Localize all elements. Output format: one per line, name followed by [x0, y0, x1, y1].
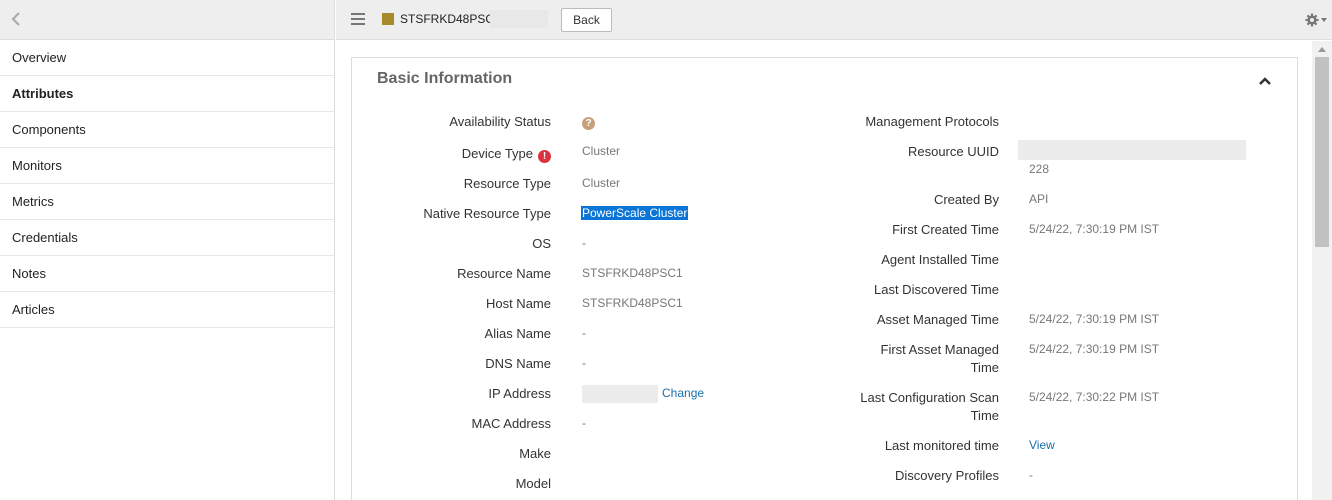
scrollbar-thumb[interactable]: [1315, 57, 1329, 247]
value-availability-status: ?: [582, 113, 595, 131]
sidebar-item-monitors[interactable]: Monitors: [0, 148, 334, 184]
redacted-uuid: [1018, 140, 1246, 160]
redacted-ip: [582, 384, 658, 403]
label-last-configuration-scan-time: Last Configuration Scan Time: [860, 390, 999, 423]
view-link[interactable]: View: [1029, 436, 1055, 454]
label-last-monitored-time: Last monitored time: [884, 438, 999, 453]
value-host-name: STSFRKD48PSC1: [582, 296, 683, 310]
warning-icon[interactable]: !: [538, 150, 551, 163]
menu-icon[interactable]: [351, 13, 365, 25]
label-device-type-text: Device Type: [461, 146, 533, 161]
resource-title: STSFRKD48PSC1: [400, 12, 501, 26]
label-dns-name: DNS Name: [485, 356, 551, 371]
sidebar-item-attributes[interactable]: Attributes: [0, 76, 334, 112]
label-management-protocols: Management Protocols: [865, 114, 999, 129]
value-device-type: Cluster: [582, 144, 621, 158]
label-asset-managed-time: Asset Managed Time: [876, 312, 999, 327]
value-first-created-time: 5/24/22, 7:30:19 PM IST: [1029, 222, 1160, 236]
value-created-by: API: [1029, 192, 1049, 206]
sidebar-item-credentials[interactable]: Credentials: [0, 220, 334, 256]
gear-icon: [1305, 13, 1319, 27]
label-model: Model: [515, 476, 551, 491]
value-first-asset-managed-time: 5/24/22, 7:30:19 PM IST: [1029, 342, 1160, 356]
sidebar: Overview Attributes Components Monitors …: [0, 0, 335, 500]
label-first-created-time: First Created Time: [892, 222, 999, 237]
label-resource-type: Resource Type: [463, 176, 551, 191]
redacted-text: [490, 10, 548, 28]
value-mac-address: -: [582, 416, 586, 430]
label-os: OS: [532, 236, 551, 251]
sidebar-header: [0, 0, 334, 40]
resource-color-square: [382, 13, 394, 25]
chevron-left-icon[interactable]: [11, 12, 25, 28]
basic-information-panel: Basic Information Availability Status ? …: [351, 57, 1298, 500]
label-resource-name: Resource Name: [457, 266, 551, 281]
sidebar-item-metrics[interactable]: Metrics: [0, 184, 334, 220]
value-dns-name: -: [582, 356, 586, 370]
value-alias-name: -: [582, 326, 586, 340]
value-ip-address: Change: [582, 384, 704, 403]
value-resource-type: Cluster: [582, 176, 621, 190]
caret-down-icon: [1321, 18, 1327, 22]
label-last-discovered-time: Last Discovered Time: [874, 282, 999, 297]
sidebar-nav: Overview Attributes Components Monitors …: [0, 40, 334, 328]
label-host-name: Host Name: [485, 296, 551, 311]
value-os: -: [582, 236, 586, 250]
back-button[interactable]: Back: [561, 8, 612, 32]
label-resource-uuid: Resource UUID: [907, 144, 999, 159]
panel-title: Basic Information: [377, 70, 513, 87]
label-mac-address: MAC Address: [471, 416, 551, 431]
label-alias-name: Alias Name: [484, 326, 551, 341]
value-asset-managed-time: 5/24/22, 7:30:19 PM IST: [1029, 312, 1160, 326]
top-bar: STSFRKD48PSC1 Back: [336, 0, 1332, 40]
label-device-type: Device Type!: [352, 145, 551, 163]
chevron-up-icon[interactable]: [1259, 74, 1271, 85]
label-availability-status: Availability Status: [449, 114, 551, 129]
settings-menu[interactable]: [1305, 12, 1327, 28]
value-native-resource-type: PowerScale Cluster: [581, 204, 689, 222]
label-native-resource-type: Native Resource Type: [423, 206, 551, 221]
value-last-configuration-scan-time: 5/24/22, 7:30:22 PM IST: [1029, 390, 1160, 404]
label-discovery-profiles: Discovery Profiles: [894, 468, 999, 483]
label-agent-installed-time: Agent Installed Time: [881, 252, 999, 267]
label-ip-address: IP Address: [488, 386, 551, 401]
help-icon[interactable]: ?: [582, 117, 595, 130]
value-resource-uuid: 228: [1029, 162, 1050, 176]
sidebar-item-notes[interactable]: Notes: [0, 256, 334, 292]
change-ip-link[interactable]: Change: [662, 386, 704, 400]
label-created-by: Created By: [933, 192, 999, 207]
value-discovery-profiles: -: [1029, 468, 1033, 482]
selected-text: PowerScale Cluster: [581, 206, 689, 220]
label-first-asset-managed-time: First Asset Managed Time: [880, 342, 1000, 375]
sidebar-item-overview[interactable]: Overview: [0, 40, 334, 76]
main-content: Basic Information Availability Status ? …: [336, 41, 1312, 500]
sidebar-item-components[interactable]: Components: [0, 112, 334, 148]
value-resource-name: STSFRKD48PSC1: [582, 266, 683, 280]
label-make: Make: [519, 446, 551, 461]
vertical-scrollbar[interactable]: [1312, 41, 1332, 500]
sidebar-item-articles[interactable]: Articles: [0, 292, 334, 328]
scroll-up-arrow-icon[interactable]: [1318, 47, 1326, 52]
